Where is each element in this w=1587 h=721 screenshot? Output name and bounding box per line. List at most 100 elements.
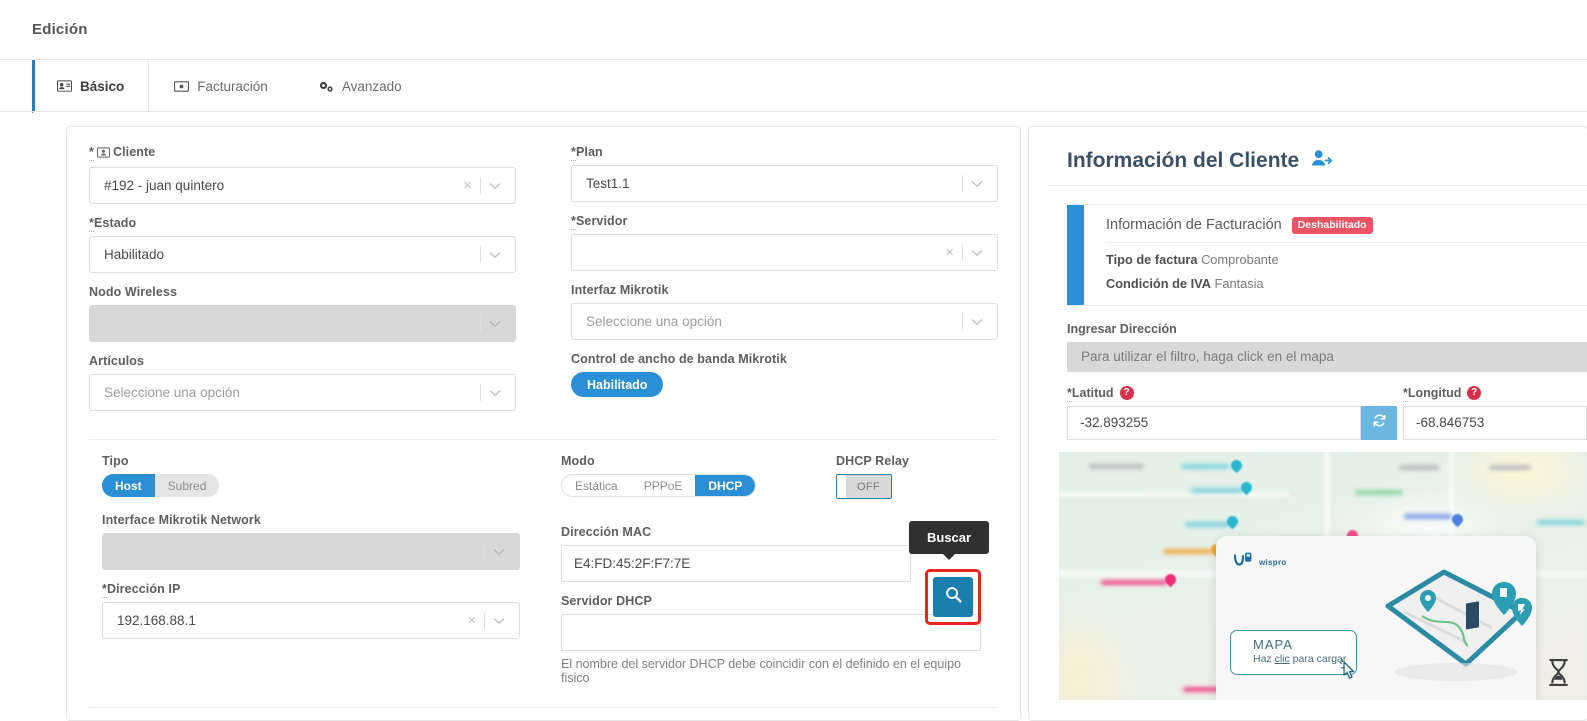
billing-header: Información de Facturación Deshabilitado xyxy=(1106,217,1587,243)
field-longitud: *Longitud ? -68.846753 xyxy=(1403,385,1587,440)
refresh-coordinates-button[interactable] xyxy=(1361,405,1398,440)
form-row-2: Tipo Host Subred Interface Mikrotik Netw… xyxy=(89,454,998,697)
map-label xyxy=(1089,463,1144,469)
map-label xyxy=(1191,487,1243,493)
form-row-1: * Cliente #192 - juan quintero × *Estado … xyxy=(89,145,998,423)
modo-option-estatica[interactable]: Estática xyxy=(562,475,631,496)
chevron-down-icon xyxy=(481,320,509,328)
chevron-down-icon[interactable] xyxy=(481,251,509,259)
label-control-ancho-banda: Control de ancho de banda Mikrotik xyxy=(571,352,787,366)
servidor-dhcp-input[interactable] xyxy=(561,614,981,651)
direccion-ip-select[interactable]: 192.168.88.1 × xyxy=(102,602,520,639)
latlon-row: *Latitud ? -32.893255 *Longitud ? -68.84… xyxy=(1067,385,1587,440)
servidor-select[interactable]: × xyxy=(571,234,998,271)
billing-row: Condición de IVA Fantasia xyxy=(1106,276,1587,291)
plan-select[interactable]: Test1.1 xyxy=(571,165,998,202)
modo-option-pppoe[interactable]: PPPoE xyxy=(631,475,696,496)
estado-select[interactable]: Habilitado xyxy=(89,236,516,273)
billing-row-value: Comprobante xyxy=(1201,251,1279,267)
direccion-mac-value: E4:FD:45:2F:F7:7E xyxy=(574,556,691,571)
cliente-value: #192 - juan quintero xyxy=(104,178,225,193)
direccion-mac-input[interactable]: E4:FD:45:2F:F7:7E xyxy=(561,545,911,582)
form-col-right-2: Modo Estática PPPoE DHCP DHCP Relay OFF … xyxy=(561,454,990,697)
dhcp-relay-switch[interactable]: OFF xyxy=(836,474,892,499)
chevron-down-icon[interactable] xyxy=(963,249,991,257)
clear-icon[interactable]: × xyxy=(459,613,484,628)
field-nodo-wireless: Nodo Wireless xyxy=(89,285,516,342)
bandwidth-control-toggle-button[interactable]: Habilitado xyxy=(571,372,664,397)
wispro-logo: wispro xyxy=(1234,552,1287,567)
label-latitud: *Latitud ? xyxy=(1067,385,1397,402)
billing-info-box: Información de Facturación Deshabilitado… xyxy=(1067,204,1587,306)
billing-row-value: Fantasia xyxy=(1214,275,1264,291)
direccion-ip-value: 192.168.88.1 xyxy=(117,613,196,628)
user-add-icon[interactable] xyxy=(1311,149,1333,173)
tipo-option-host[interactable]: Host xyxy=(102,474,155,497)
map-area[interactable]: wispro MAPA Haz clic para cargar xyxy=(1059,451,1587,700)
search-button[interactable] xyxy=(933,577,973,617)
label-ingresar-direccion: Ingresar Dirección xyxy=(1067,321,1177,336)
tipo-toggle-group[interactable]: Host Subred xyxy=(102,474,220,497)
status-badge: Deshabilitado xyxy=(1291,217,1373,234)
contact-card-icon xyxy=(57,80,72,92)
label-interface-mikrotik-network: Interface Mikrotik Network xyxy=(102,513,261,527)
label-servidor-dhcp: Servidor DHCP xyxy=(561,594,652,608)
map-road xyxy=(1059,491,1289,497)
longitud-value: -68.846753 xyxy=(1416,415,1485,430)
map-label xyxy=(1404,513,1452,519)
form-col-right: *Plan Test1.1 *Servidor × Interfaz Mikro… xyxy=(571,145,998,423)
field-direccion-ip: *Dirección IP 192.168.88.1 × xyxy=(102,582,520,639)
label-text: Cliente xyxy=(112,145,156,159)
chevron-down-icon[interactable] xyxy=(485,617,513,625)
tipo-option-subred[interactable]: Subred xyxy=(155,474,220,497)
chevron-down-icon[interactable] xyxy=(481,389,509,397)
modo-toggle-group[interactable]: Estática PPPoE DHCP xyxy=(561,474,757,497)
map-label xyxy=(1163,548,1213,554)
label-nodo-wireless: Nodo Wireless xyxy=(89,285,178,299)
map-cta-title: MAPA xyxy=(1253,636,1293,652)
field-plan: *Plan Test1.1 xyxy=(571,145,998,202)
address-input: Para utilizar el filtro, haga click en e… xyxy=(1067,341,1587,372)
chevron-down-icon[interactable] xyxy=(481,182,509,190)
clear-icon[interactable]: × xyxy=(937,245,962,260)
search-icon xyxy=(945,586,962,608)
modo-option-dhcp[interactable]: DHCP xyxy=(695,475,756,496)
articulos-placeholder: Seleccione una opción xyxy=(104,385,240,400)
label-dhcp-relay: DHCP Relay xyxy=(836,454,910,468)
help-icon[interactable]: ? xyxy=(1119,385,1134,400)
label-text: Latitud xyxy=(1071,385,1114,400)
tab-facturacion[interactable]: Facturación xyxy=(149,60,293,112)
map-label xyxy=(1185,521,1231,527)
label-text: Estado xyxy=(93,216,137,230)
right-column: Información del Cliente Información de F… xyxy=(1028,126,1587,721)
tab-label: Avanzado xyxy=(341,79,402,94)
switch-knob xyxy=(837,475,846,498)
map-cta-link[interactable]: clic xyxy=(1275,653,1290,665)
cliente-select[interactable]: #192 - juan quintero × xyxy=(89,167,516,204)
longitud-input[interactable]: -68.846753 xyxy=(1403,405,1587,440)
label-articulos: Artículos xyxy=(89,354,145,368)
chevron-down-icon[interactable] xyxy=(963,180,991,188)
estado-value: Habilitado xyxy=(104,247,165,262)
wispro-wordmark: wispro xyxy=(1259,557,1287,567)
servidor-dhcp-hint: El nombre del servidor DHCP debe coincid… xyxy=(561,657,961,685)
label-text: Longitud xyxy=(1407,385,1462,400)
tab-avanzado[interactable]: Avanzado xyxy=(293,60,427,112)
interfaz-mikrotik-select[interactable]: Seleccione una opción xyxy=(571,303,998,340)
map-label xyxy=(1537,519,1585,525)
help-icon[interactable]: ? xyxy=(1467,385,1482,400)
field-control-ancho-banda: Control de ancho de banda Mikrotik Habil… xyxy=(571,352,998,397)
content-area: * Cliente #192 - juan quintero × *Estado … xyxy=(0,112,1587,721)
tab-basico[interactable]: Básico xyxy=(32,60,150,113)
label-cliente: * Cliente xyxy=(89,145,516,161)
field-interfaz-mikrotik: Interfaz Mikrotik Seleccione una opción xyxy=(571,283,998,340)
clear-icon[interactable]: × xyxy=(455,178,480,193)
required-asterisk: * xyxy=(89,145,94,161)
latitud-input[interactable]: -32.893255 xyxy=(1067,405,1362,440)
articulos-select[interactable]: Seleccione una opción xyxy=(89,374,516,411)
chevron-down-icon[interactable] xyxy=(963,318,991,326)
page-header: Edición xyxy=(0,0,1587,60)
label-text: Plan xyxy=(575,145,603,159)
field-direccion-mac: Dirección MAC E4:FD:45:2F:F7:7E Buscar xyxy=(561,521,990,625)
interfaz-mikrotik-placeholder: Seleccione una opción xyxy=(586,314,722,329)
